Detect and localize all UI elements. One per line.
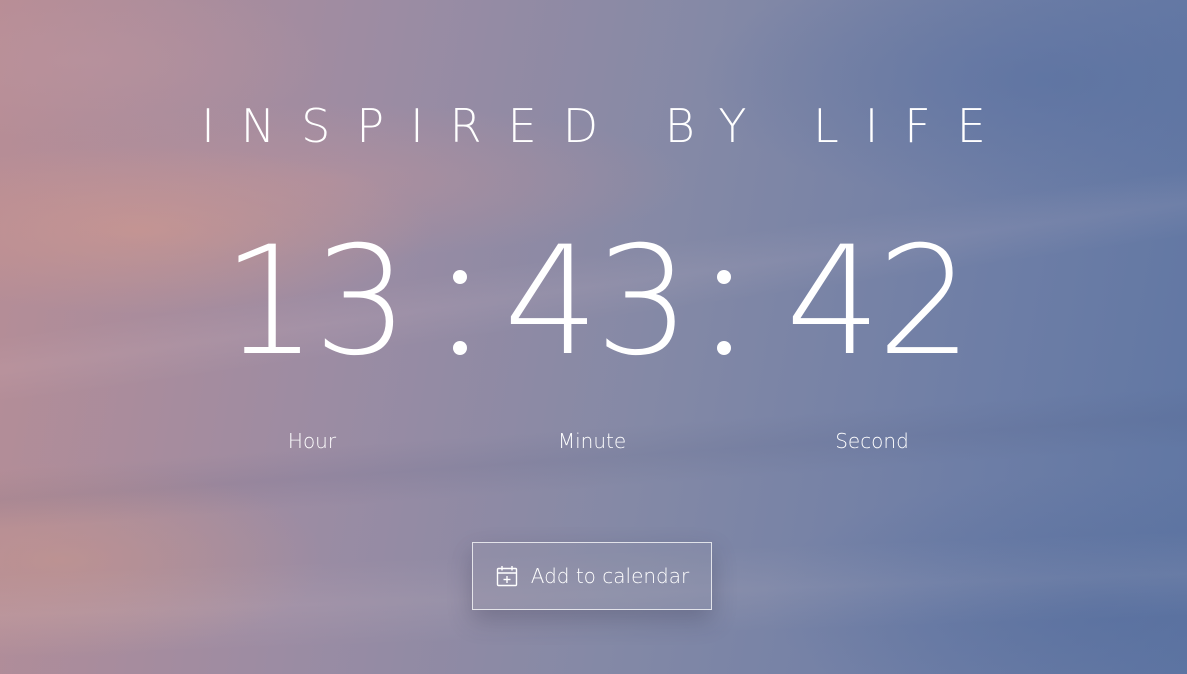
add-to-calendar-label: Add to calendar: [530, 564, 690, 588]
minute-label: Minute: [557, 429, 627, 453]
second-value: 42: [785, 215, 973, 389]
minute-value: 43: [503, 215, 691, 389]
page-title: INSPIRED BY LIFE: [201, 99, 1012, 153]
calendar-add-icon: [495, 564, 519, 588]
second-label: Second: [835, 429, 909, 453]
add-to-calendar-button[interactable]: Add to calendar: [472, 542, 712, 610]
hour-value: 13: [222, 215, 409, 389]
hour-label: Hour: [287, 429, 337, 453]
time-separator: [453, 265, 467, 357]
time-separator: [717, 265, 731, 357]
countdown-section: INSPIRED BY LIFE 13 43 42 Hour Minute Se…: [0, 0, 1187, 674]
